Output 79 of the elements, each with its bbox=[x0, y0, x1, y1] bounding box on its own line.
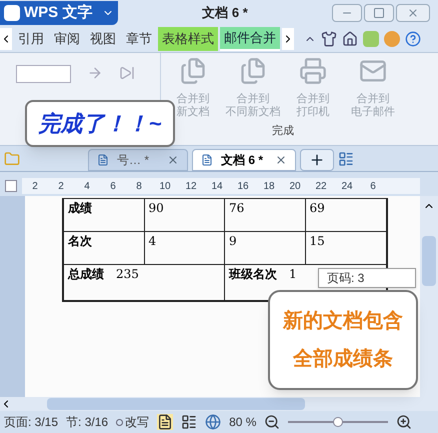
zoom-out-icon[interactable] bbox=[264, 414, 280, 430]
ribbon-tab[interactable]: 审阅 bbox=[50, 27, 84, 51]
close-icon bbox=[407, 7, 419, 19]
zoom-slider-thumb[interactable] bbox=[333, 417, 344, 427]
ruler-number: 12 bbox=[184, 180, 198, 194]
ruler-number: 24 bbox=[340, 180, 354, 194]
section-indicator: 节: 3/16 bbox=[66, 414, 108, 431]
home-icon[interactable] bbox=[342, 31, 358, 47]
overwrite-toggle[interactable]: 改写 bbox=[116, 413, 150, 431]
logo-icon bbox=[4, 5, 20, 21]
ribbon-tab[interactable]: 引用 bbox=[14, 27, 48, 51]
ruler-number: 22 bbox=[314, 180, 328, 194]
ruler-number: 2 bbox=[31, 180, 39, 194]
window-list-icon[interactable] bbox=[338, 151, 354, 167]
scroll-thumb[interactable] bbox=[47, 398, 305, 410]
table-cell: 76 bbox=[225, 199, 306, 231]
close-button[interactable] bbox=[396, 4, 430, 22]
ribbon-tab[interactable]: 邮件合并 bbox=[220, 27, 280, 51]
ribbon-tab[interactable]: 表格样式 bbox=[158, 27, 218, 51]
app-menu-button[interactable]: WPS 文字 bbox=[0, 1, 118, 25]
table-cell: 成绩 bbox=[64, 199, 144, 231]
callout: 新的文档包含全部成绩条 bbox=[268, 290, 418, 390]
table-cell: 名次 bbox=[64, 232, 144, 264]
table-cell: 4 bbox=[144, 232, 225, 264]
outline-view-icon[interactable] bbox=[181, 414, 198, 430]
record-field[interactable] bbox=[16, 65, 71, 83]
scroll-left-button[interactable] bbox=[0, 28, 12, 50]
ruler-number: 10 bbox=[158, 180, 172, 194]
document-icon bbox=[201, 154, 213, 166]
tab-stop-icon[interactable] bbox=[5, 180, 17, 192]
callout: 完成了！！~ bbox=[25, 100, 175, 147]
zoom-in-icon[interactable] bbox=[396, 414, 412, 430]
table-cell: 9 bbox=[225, 232, 306, 264]
ruler-number: 20 bbox=[288, 180, 302, 194]
table-cell: 90 bbox=[144, 199, 225, 231]
printer-icon bbox=[299, 57, 327, 85]
ruler-number: 8 bbox=[135, 180, 143, 194]
plus-icon bbox=[309, 152, 325, 168]
zoom-percent: 80 % bbox=[229, 414, 256, 431]
web-view-icon[interactable] bbox=[205, 414, 222, 430]
help-icon[interactable] bbox=[405, 31, 421, 47]
ruler-number: 2 bbox=[57, 180, 65, 194]
vertical-scrollbar[interactable] bbox=[420, 196, 438, 397]
page-view-icon[interactable] bbox=[157, 414, 174, 430]
table-cell-text: 总成绩 bbox=[68, 266, 104, 283]
table-cell-text: 15 bbox=[308, 233, 326, 250]
maximize-button[interactable] bbox=[364, 4, 394, 22]
horizontal-scrollbar[interactable] bbox=[0, 397, 438, 411]
page-indicator: 页面: 3/15 bbox=[4, 414, 58, 431]
document-tab[interactable]: 文档 6 * bbox=[192, 149, 296, 171]
new-tab-button[interactable] bbox=[300, 149, 334, 171]
ribbon-tab[interactable]: 章节 bbox=[122, 27, 156, 51]
ruler-number: 6 bbox=[369, 180, 377, 194]
group-label: 完成 bbox=[272, 124, 294, 139]
ribbon-tab[interactable]: 视图 bbox=[86, 27, 120, 51]
documents-icon bbox=[179, 57, 207, 85]
documents-icon bbox=[239, 57, 267, 85]
tooltip: 页码: 3 bbox=[318, 268, 416, 288]
document-tab[interactable]: 号… * bbox=[88, 149, 188, 171]
ruler-number: 6 bbox=[109, 180, 117, 194]
minimize-button[interactable] bbox=[332, 4, 362, 22]
scroll-thumb[interactable] bbox=[422, 236, 436, 286]
document-icon bbox=[97, 154, 109, 166]
shirt-icon[interactable] bbox=[321, 31, 337, 47]
table-cell-text: 1 bbox=[289, 266, 297, 283]
maximize-icon bbox=[373, 7, 385, 19]
ruler-number: 18 bbox=[262, 180, 276, 194]
next-arrow-icon[interactable] bbox=[87, 65, 103, 81]
table-cell-text: 班级名次 bbox=[229, 266, 277, 283]
ruler-number: 16 bbox=[236, 180, 250, 194]
table-cell-text: 69 bbox=[308, 200, 326, 217]
scroll-right-button[interactable] bbox=[282, 28, 294, 50]
close-icon[interactable] bbox=[167, 154, 179, 166]
close-icon[interactable] bbox=[275, 154, 287, 166]
window-title: 文档 6 * bbox=[201, 4, 249, 22]
table-cell-text: 235 bbox=[116, 266, 139, 283]
ruler-number: 14 bbox=[210, 180, 224, 194]
last-record-icon[interactable] bbox=[119, 65, 135, 81]
ruler-number: 4 bbox=[83, 180, 91, 194]
